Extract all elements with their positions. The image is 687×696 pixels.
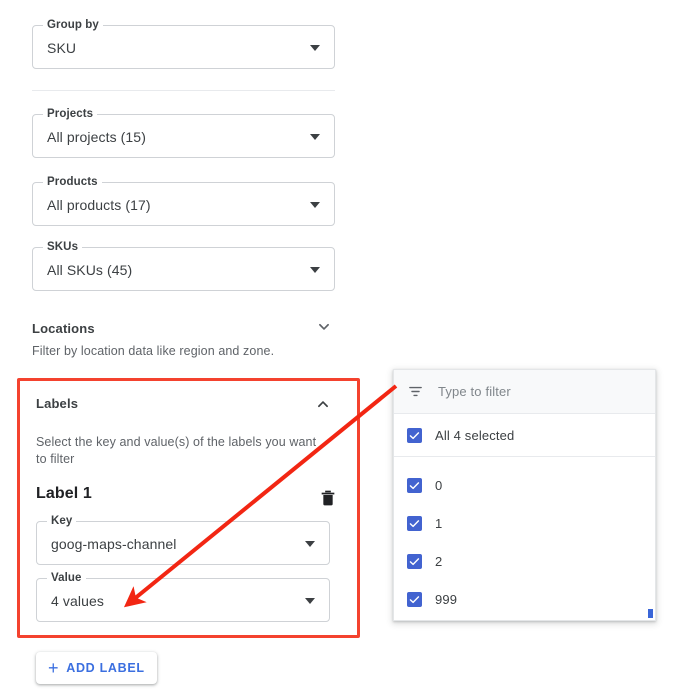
locations-section-description: Filter by location data like region and … (32, 343, 332, 360)
chevron-down-icon[interactable] (310, 267, 320, 273)
label-value-label: Value (47, 572, 86, 584)
products-label: Products (43, 176, 102, 188)
locations-section-title: Locations (32, 321, 95, 336)
checkbox-checked-icon[interactable] (407, 478, 422, 493)
filters-panel: Group by SKU Projects All projects (15) … (0, 0, 380, 696)
dropdown-filter-input[interactable]: Type to filter (394, 370, 655, 414)
group-by-label: Group by (43, 19, 103, 31)
chevron-up-icon[interactable] (314, 395, 332, 413)
checkbox-checked-icon[interactable] (407, 592, 422, 607)
filter-icon (407, 383, 424, 400)
label-value-select[interactable]: Value 4 values (36, 578, 330, 622)
group-by-select[interactable]: Group by SKU (32, 25, 335, 69)
checkbox-checked-icon[interactable] (407, 428, 422, 443)
checkbox-checked-icon[interactable] (407, 554, 422, 569)
projects-value: All projects (15) (47, 128, 146, 146)
add-label-button[interactable]: + ADD LABEL (36, 652, 157, 684)
products-select[interactable]: Products All products (17) (32, 182, 335, 226)
dropdown-filter-placeholder: Type to filter (438, 384, 511, 399)
chevron-down-icon[interactable] (310, 134, 320, 140)
list-item[interactable]: 999 (394, 580, 655, 618)
plus-icon: + (48, 659, 59, 677)
screen-root: Group by SKU Projects All projects (15) … (0, 0, 687, 696)
trash-icon[interactable] (318, 488, 338, 508)
dropdown-option-list: 0 1 2 999 (394, 457, 655, 618)
skus-select[interactable]: SKUs All SKUs (45) (32, 247, 335, 291)
dropdown-select-all-label: All 4 selected (435, 428, 514, 443)
list-item[interactable]: 1 (394, 504, 655, 542)
list-item-label: 999 (435, 592, 457, 607)
dropdown-select-all-row[interactable]: All 4 selected (394, 414, 655, 457)
clipped-text-remnant (400, 357, 650, 361)
products-value: All products (17) (47, 196, 151, 214)
section-divider (32, 90, 335, 91)
value-dropdown-panel: Type to filter All 4 selected 0 1 (393, 369, 656, 621)
chevron-down-icon[interactable] (310, 202, 320, 208)
chevron-down-icon[interactable] (305, 541, 315, 547)
horizontal-scrollbar-thumb[interactable] (648, 609, 653, 618)
checkbox-checked-icon[interactable] (407, 516, 422, 531)
projects-label: Projects (43, 108, 97, 120)
add-label-button-text: ADD LABEL (66, 661, 145, 675)
list-item-label: 1 (435, 516, 442, 531)
list-item-label: 0 (435, 478, 442, 493)
chevron-down-icon[interactable] (315, 318, 333, 336)
label-key-value: goog-maps-channel (51, 535, 176, 553)
group-by-value: SKU (47, 39, 76, 57)
projects-select[interactable]: Projects All projects (15) (32, 114, 335, 158)
labels-section-description: Select the key and value(s) of the label… (36, 434, 328, 468)
chevron-down-icon[interactable] (305, 598, 315, 604)
label-key-select[interactable]: Key goog-maps-channel (36, 521, 330, 565)
list-item-label: 2 (435, 554, 442, 569)
skus-label: SKUs (43, 241, 82, 253)
skus-value: All SKUs (45) (47, 261, 132, 279)
label-1-heading: Label 1 (36, 485, 92, 503)
label-key-label: Key (47, 515, 76, 527)
chevron-down-icon[interactable] (310, 45, 320, 51)
label-value-value: 4 values (51, 592, 104, 610)
list-item[interactable]: 0 (394, 466, 655, 504)
list-item[interactable]: 2 (394, 542, 655, 580)
labels-section-title: Labels (36, 396, 78, 411)
